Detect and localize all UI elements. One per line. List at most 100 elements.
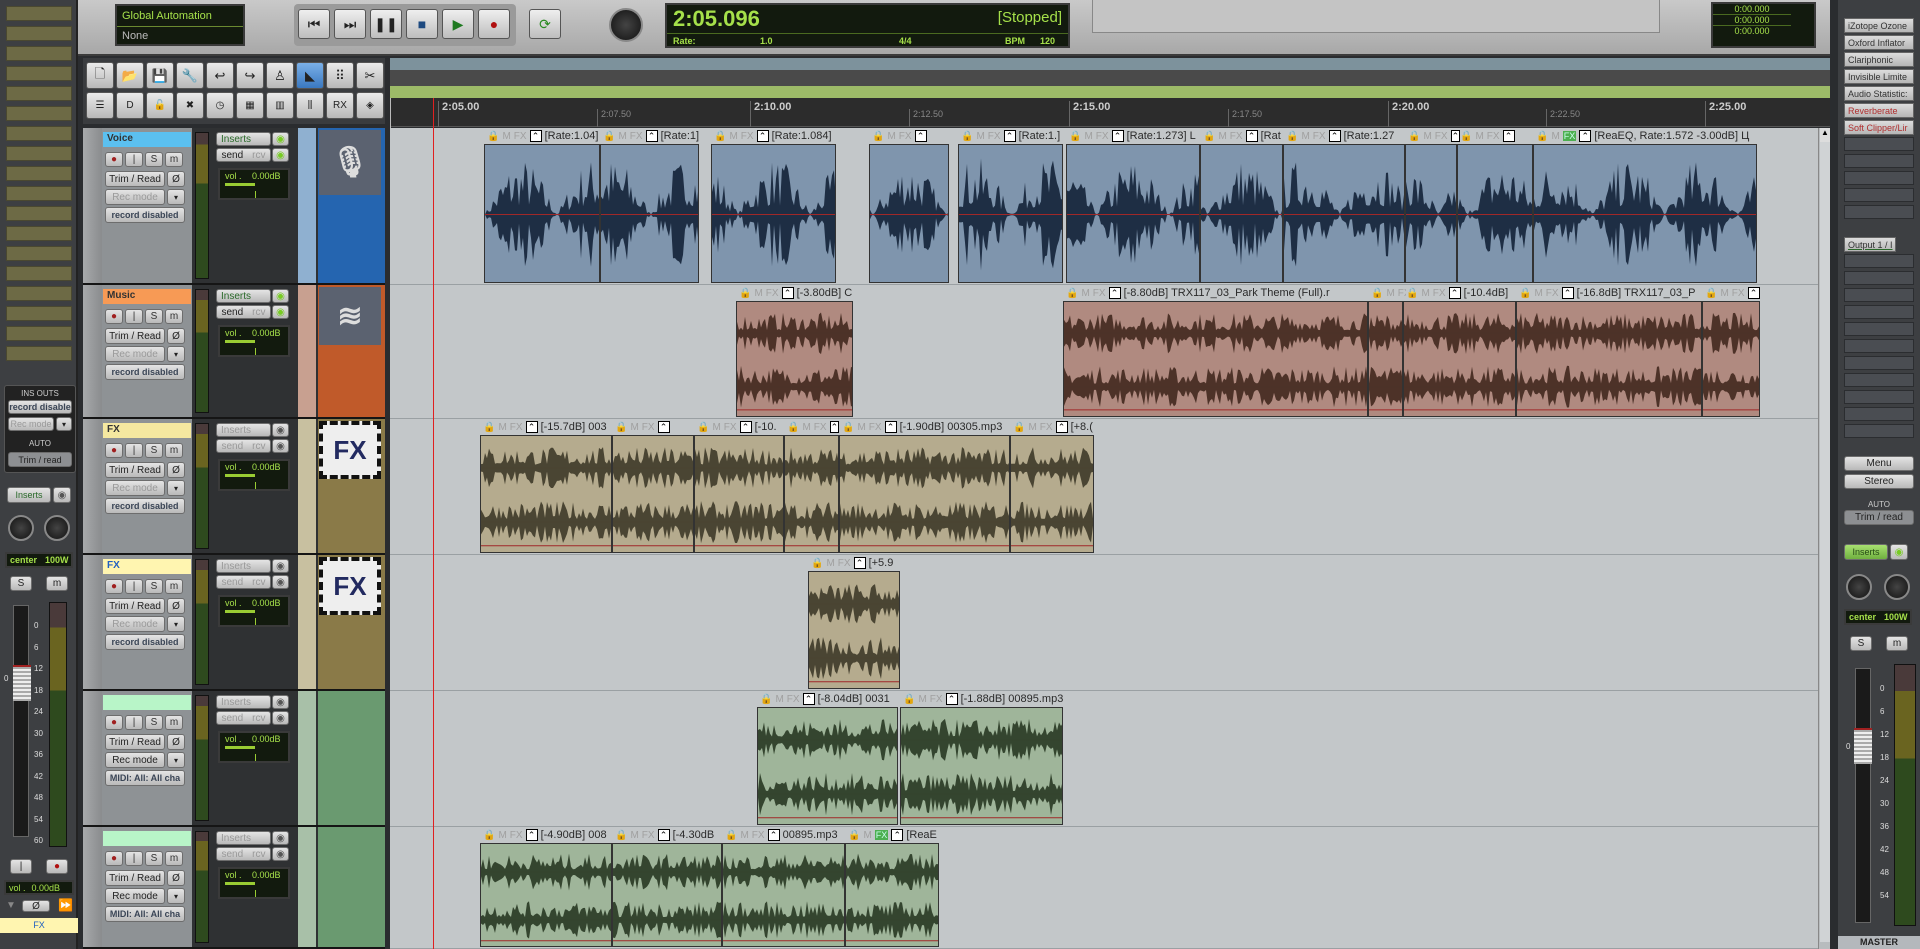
track-folder-handle[interactable] [83,419,102,553]
envelope-icon[interactable]: ⌃ [802,693,815,705]
mute-item-button[interactable]: M [498,422,506,433]
folder-slot[interactable] [6,246,72,261]
media-item[interactable] [839,435,1010,553]
folder-slot[interactable] [6,206,72,221]
lock-icon[interactable]: 🔒 [1705,288,1717,299]
volume-fader-handle[interactable] [13,665,31,701]
solo-button[interactable]: S [145,851,163,866]
envelope-icon[interactable]: ⌃ [1111,130,1124,142]
ripple-edit-button[interactable]: ✂ [356,62,384,89]
tempo-bar[interactable] [390,86,1830,98]
record-status-button[interactable]: record disabled [105,634,185,650]
global-automation-button[interactable]: Global Automation None [115,4,245,46]
mute-item-button[interactable]: M [1081,288,1089,299]
track-lane[interactable]: 🔒 M FX ⌃ [-4.90dB] 008 🔒 M FX ⌃ [-4.30dB 🔒 M FX ⌃ 0089… [390,827,1818,949]
send-receive-button[interactable]: send rcv [216,148,271,162]
item-fx-button[interactable]: FX [630,131,643,142]
lock-icon[interactable]: 🔒 [483,830,495,841]
inserts-toggle-icon[interactable]: ◉ [272,132,289,146]
lock-icon[interactable]: 🔒 [1203,131,1215,142]
rec-mode-dropdown[interactable]: ▾ [167,616,185,632]
item-fx-button[interactable]: FX [510,422,523,433]
inserts-toggle-icon[interactable]: ◉ [272,289,289,303]
record-arm-button[interactable]: ● [105,715,123,730]
media-item[interactable] [784,435,839,553]
solo-button[interactable]: S [145,443,163,458]
mute-item-button[interactable]: M [1301,131,1309,142]
send-toggle-icon[interactable]: ◉ [272,847,289,861]
mute-item-button[interactable]: M [802,422,810,433]
empty-fx-slot[interactable] [1844,205,1914,219]
media-item[interactable] [1368,301,1403,417]
phase-invert-button[interactable]: Ø [167,328,185,344]
track-name[interactable]: FX [103,559,191,574]
save-project-button[interactable]: 💾 [146,62,174,89]
rec-mode-button[interactable]: Rec mode [8,417,54,431]
mute-item-button[interactable]: M [826,558,834,569]
inserts-toggle-icon[interactable]: ◉ [1890,544,1908,560]
automation-mode-button[interactable]: Trim / Read [105,734,165,750]
solo-button[interactable]: S [10,576,32,591]
go-to-start-button[interactable]: ⏮ [298,9,330,39]
pan-display[interactable]: center 100W [1844,609,1912,625]
input-monitor-button[interactable]: | [125,152,143,167]
mute-item-button[interactable]: M [1028,422,1036,433]
mute-item-button[interactable]: M [887,131,895,142]
media-item[interactable] [1066,144,1200,283]
send-receive-button[interactable]: send rcv [216,847,271,861]
send-receive-button[interactable]: send rcv [216,711,271,725]
envelope-icon[interactable]: ⌃ [1328,130,1341,142]
item-fx-button[interactable]: FX [642,830,655,841]
send-toggle-icon[interactable]: ◉ [272,305,289,319]
empty-fx-slot[interactable] [1844,137,1914,151]
envelope-icon[interactable]: ⌃ [529,130,542,142]
bpm-value[interactable]: 120 [1040,36,1055,46]
track-name[interactable]: FX [103,423,191,438]
item-fx-button[interactable]: FX [1096,131,1109,142]
media-item[interactable] [1200,144,1283,283]
track-folder-handle[interactable] [83,128,102,283]
envelope-icon[interactable]: ⌃ [1747,287,1760,299]
inserts-button[interactable]: Inserts [216,559,271,573]
envelope-icon[interactable]: ⌃ [525,421,538,433]
inserts-toggle-icon[interactable]: ◉ [272,423,289,437]
mute-item-button[interactable]: M [1534,288,1542,299]
volume-fader[interactable]: vol . 0.00dB [218,595,290,627]
fx-slot[interactable]: Invisible Limite [1844,69,1914,84]
automation-mode-button[interactable]: Trim / Read [105,870,165,886]
folder-slot[interactable] [6,166,72,181]
empty-output-slot[interactable] [1844,356,1914,370]
folder-slot[interactable] [6,226,72,241]
mute-button[interactable]: m [165,152,183,167]
mute-item-button[interactable]: M [1423,131,1431,142]
record-status-button[interactable]: record disabled [105,498,185,514]
input-monitor-button[interactable]: | [125,715,143,730]
media-item[interactable] [694,435,784,553]
item-fx-button[interactable]: FX [1313,131,1326,142]
record-arm-button[interactable]: ● [105,443,123,458]
send-receive-button[interactable]: send rcv [216,305,271,319]
new-project-button[interactable]: 🗋 [86,62,114,89]
lock-icon[interactable]: 🔒 [842,422,854,433]
lock-icon[interactable]: 🔒 [1460,131,1472,142]
automation-mode-button[interactable]: Trim / Read [105,171,165,187]
lock-icon[interactable]: 🔒 [848,830,860,841]
send-toggle-icon[interactable]: ◉ [272,148,289,162]
marker-bar[interactable] [390,70,1830,86]
lock-icon[interactable]: 🔒 [483,422,495,433]
empty-output-slot[interactable] [1844,424,1914,438]
mute-item-button[interactable]: M [630,830,638,841]
pan-indicator[interactable] [255,618,256,625]
envelope-icon[interactable]: ⌃ [739,421,752,433]
send-receive-button[interactable]: send rcv [216,575,271,589]
media-item[interactable] [722,843,845,947]
media-item[interactable] [808,571,900,689]
inserts-button[interactable]: Inserts [216,695,271,709]
item-fx-button[interactable]: FX [741,131,754,142]
folder-slot[interactable] [6,66,72,81]
folder-slot[interactable] [6,26,72,41]
rec-mode-button[interactable]: Rec mode [105,346,165,362]
media-item[interactable] [1457,144,1533,283]
lock-icon[interactable]: 🔒 [1519,288,1531,299]
track-folder-handle[interactable] [83,285,102,417]
